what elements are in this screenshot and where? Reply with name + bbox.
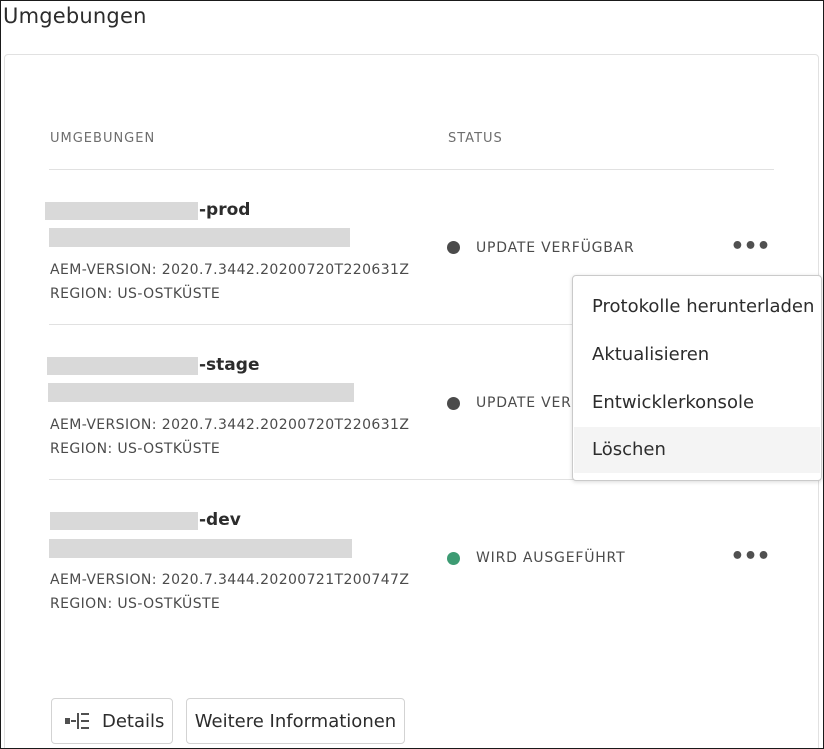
more-info-button[interactable]: Weitere Informationen	[186, 698, 405, 744]
region: REGION: US-OSTKÜSTE	[50, 441, 221, 457]
environment-name-suffix[interactable]: -stage	[199, 355, 259, 375]
status-text: WIRD AUSGEFÜHRT	[476, 550, 626, 566]
header-divider	[49, 169, 774, 170]
aem-version: AEM-VERSION: 2020.7.3442.20200720T220631…	[50, 262, 410, 278]
environment-name-suffix[interactable]: -dev	[199, 510, 241, 530]
status-dot-icon	[447, 241, 460, 254]
details-button[interactable]: Details	[51, 698, 173, 744]
details-button-label: Details	[102, 710, 165, 732]
menu-item-download-logs[interactable]: Protokolle herunterladen	[574, 284, 820, 330]
environments-panel: Umgebungen UMGEBUNGEN STATUS -prod AEM-V…	[0, 0, 824, 749]
aem-version: AEM-VERSION: 2020.7.3444.20200721T200747…	[50, 572, 410, 588]
status-dot-icon	[447, 552, 460, 565]
more-horizontal-icon: •••	[730, 544, 770, 569]
column-header-status: STATUS	[448, 131, 503, 146]
redacted-environment-subtitle	[49, 539, 352, 558]
status-text: UPDATE VERFÜGBAR	[476, 240, 635, 256]
menu-item-delete[interactable]: Löschen	[574, 427, 820, 473]
more-actions-button[interactable]: •••	[730, 234, 770, 259]
more-actions-button[interactable]: •••	[730, 544, 770, 569]
redacted-environment-name	[47, 357, 198, 375]
tree-view-icon	[65, 711, 91, 731]
more-horizontal-icon: •••	[730, 234, 770, 259]
more-info-button-label: Weitere Informationen	[194, 710, 397, 732]
environment-name-suffix[interactable]: -prod	[199, 200, 250, 220]
region: REGION: US-OSTKÜSTE	[50, 286, 221, 302]
actions-menu: Protokolle herunterladen Aktualisieren E…	[572, 275, 822, 481]
region: REGION: US-OSTKÜSTE	[50, 596, 221, 612]
redacted-environment-name	[45, 202, 198, 220]
menu-item-update[interactable]: Aktualisieren	[574, 332, 820, 378]
aem-version: AEM-VERSION: 2020.7.3442.20200720T220631…	[50, 417, 410, 433]
redacted-environment-subtitle	[49, 228, 350, 247]
redacted-environment-name	[50, 512, 198, 530]
menu-item-developer-console[interactable]: Entwicklerkonsole	[574, 380, 820, 426]
column-header-environments: UMGEBUNGEN	[50, 131, 156, 146]
status-dot-icon	[447, 397, 460, 410]
redacted-environment-subtitle	[48, 383, 354, 402]
page-title: Umgebungen	[3, 4, 147, 28]
